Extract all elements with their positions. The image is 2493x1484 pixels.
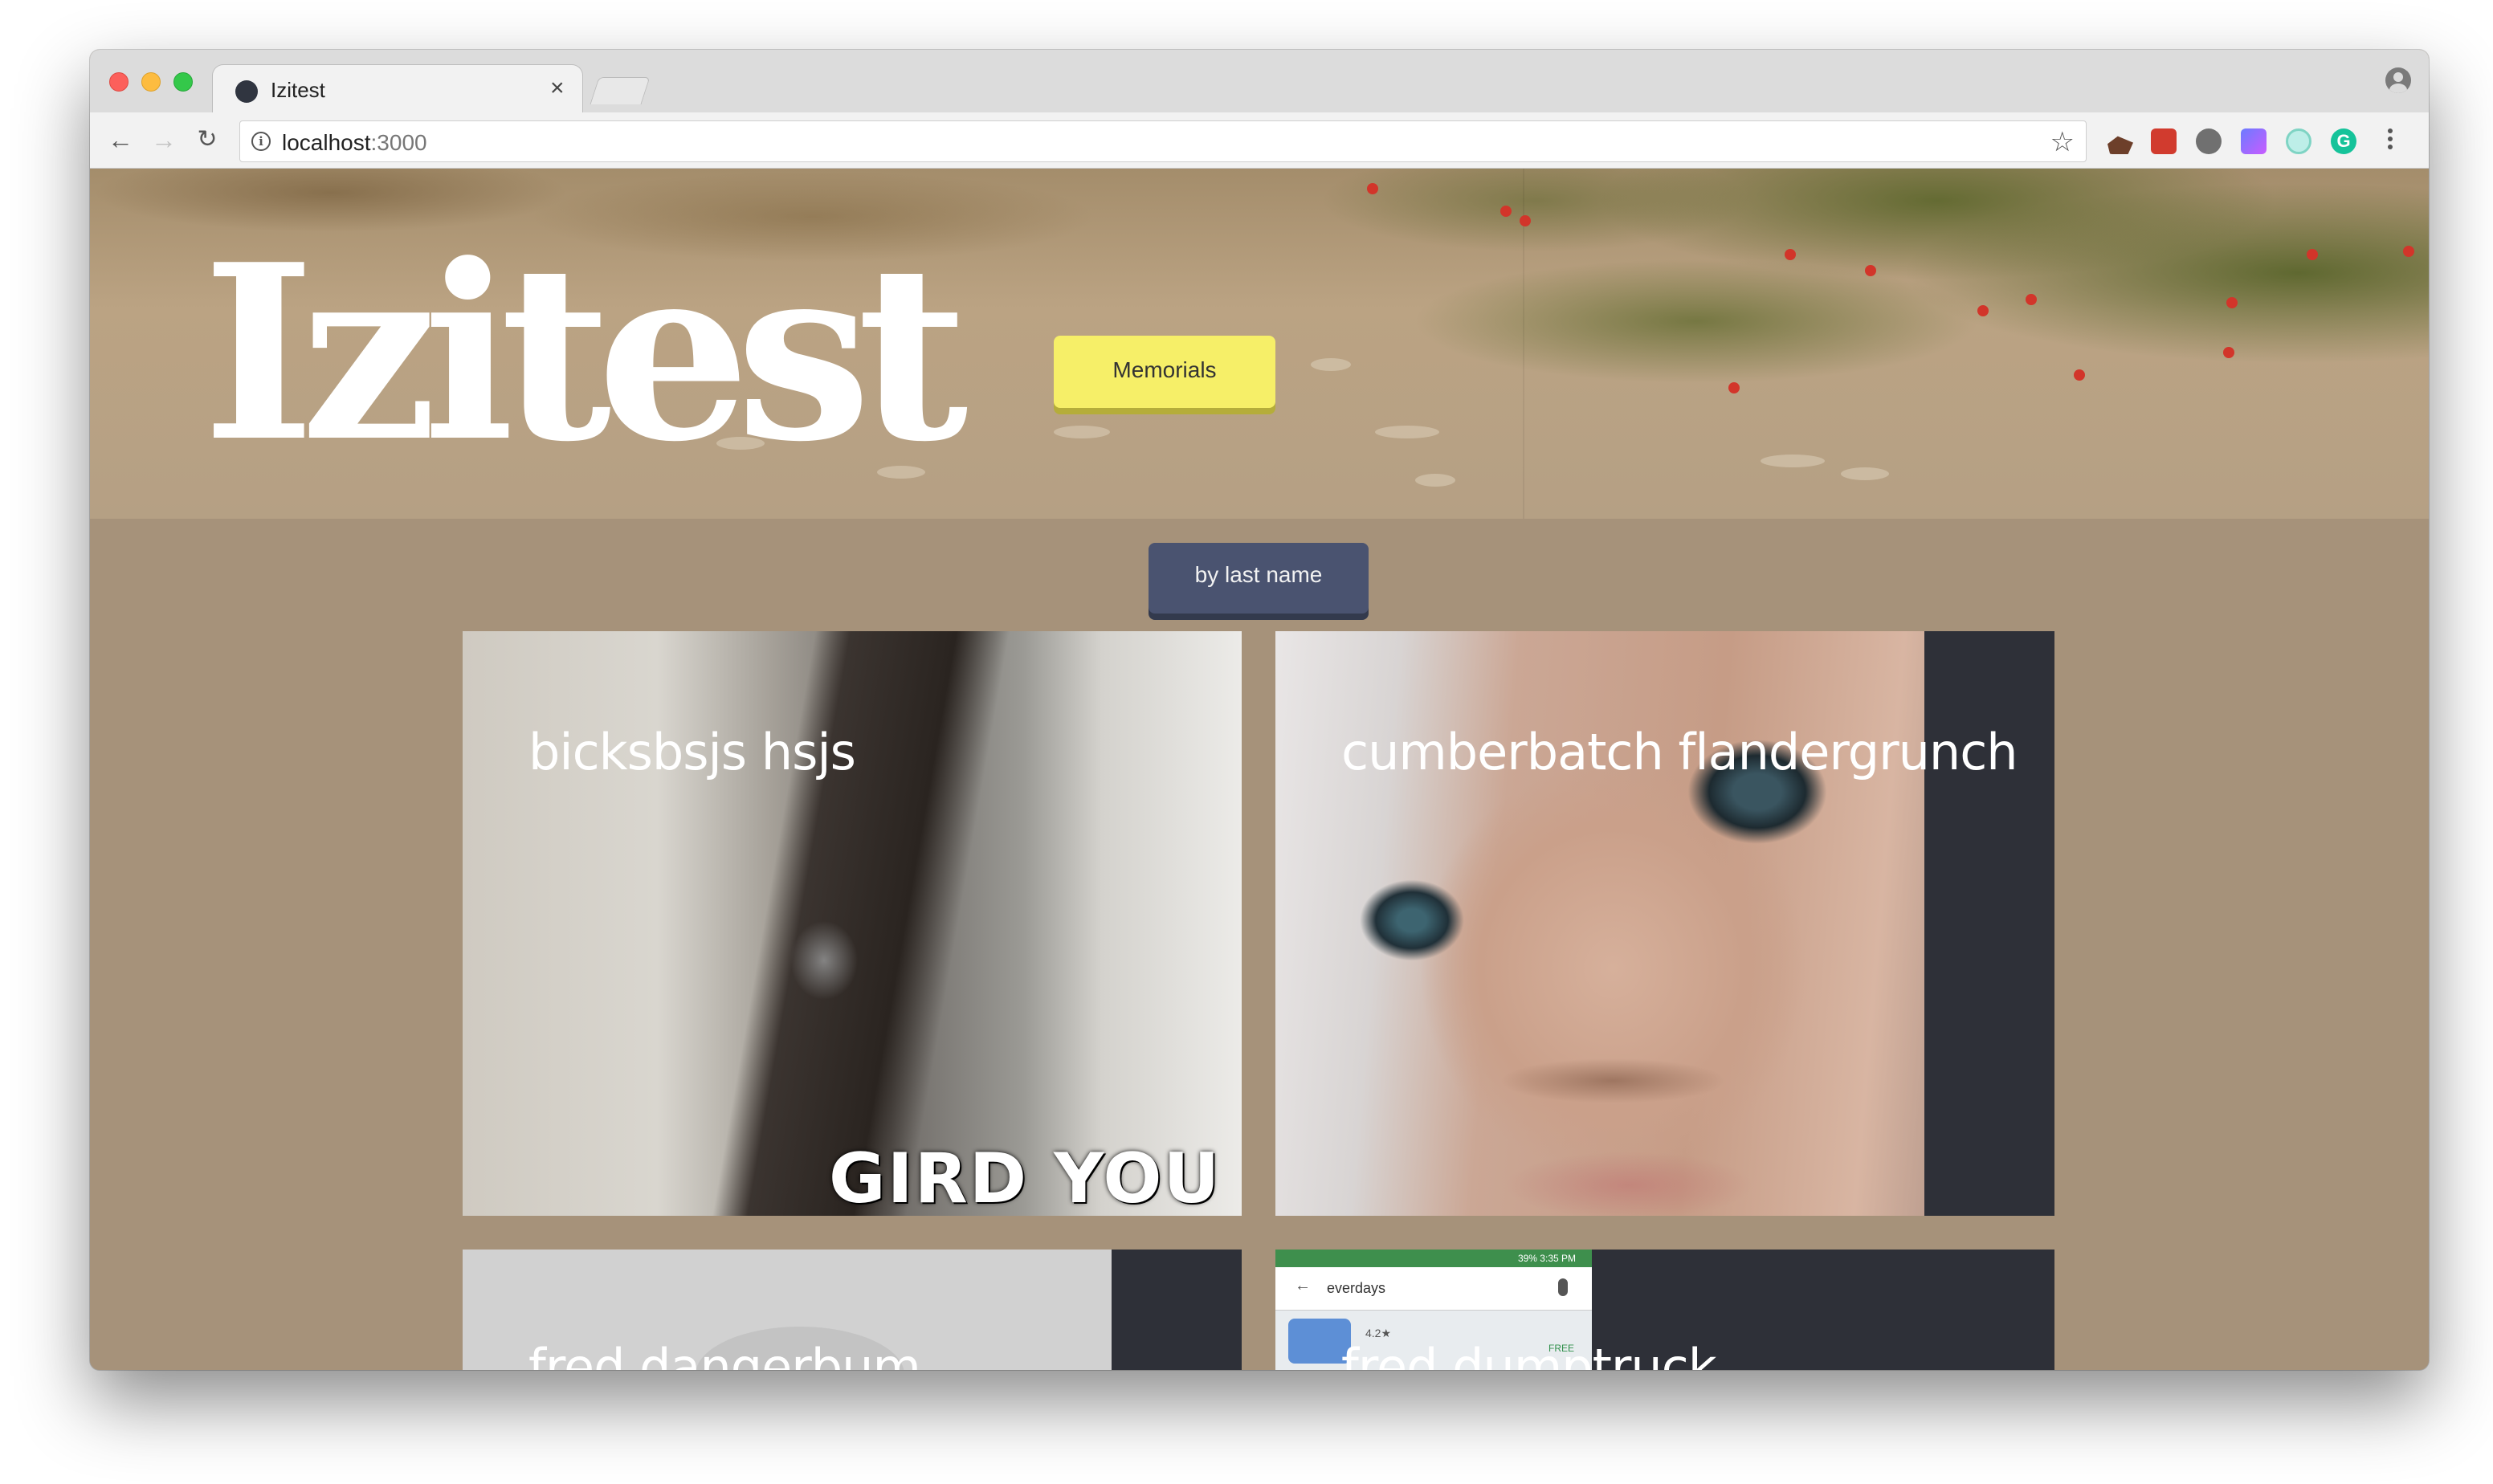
tab-strip: Izitest × bbox=[90, 50, 2429, 114]
browser-window: Izitest × ← → ↻ i localhost:3000 ☆ G Izi… bbox=[90, 50, 2429, 1370]
berry-decoration bbox=[2307, 249, 2318, 260]
berry-decoration bbox=[1500, 206, 1512, 217]
berry-decoration bbox=[2026, 294, 2037, 305]
url-text: localhost:3000 bbox=[282, 130, 427, 156]
tab-title: Izitest bbox=[271, 78, 325, 102]
berry-decoration bbox=[2223, 347, 2234, 358]
memorial-card[interactable]: fred dangerbum bbox=[463, 1250, 1242, 1370]
memorial-photo bbox=[1275, 631, 1924, 1216]
profile-icon[interactable] bbox=[2385, 67, 2411, 93]
bookmark-star-icon[interactable]: ☆ bbox=[2050, 126, 2075, 158]
memorial-name[interactable]: bicksbsjs hsjs bbox=[528, 723, 856, 781]
forward-arrow-icon[interactable]: → bbox=[148, 124, 180, 156]
berry-decoration bbox=[2074, 369, 2085, 381]
memorial-name[interactable]: cumberbatch flandergrunch bbox=[1341, 723, 2018, 781]
berry-decoration bbox=[1367, 183, 1378, 194]
tab-izitest[interactable]: Izitest × bbox=[212, 64, 583, 114]
memorials-button[interactable]: Memorials bbox=[1054, 336, 1275, 408]
address-bar[interactable]: i localhost:3000 ☆ bbox=[239, 120, 2087, 162]
memorial-photo bbox=[463, 631, 1242, 1216]
reload-icon[interactable]: ↻ bbox=[191, 124, 223, 156]
pebble-decoration bbox=[1311, 358, 1351, 371]
pebble-decoration bbox=[1761, 455, 1825, 467]
back-arrow-icon: ← bbox=[1295, 1277, 1311, 1294]
extension-shoe-icon[interactable] bbox=[2107, 136, 2133, 154]
memorial-name[interactable]: fred dangerbum bbox=[528, 1338, 921, 1370]
url-port: :3000 bbox=[370, 130, 427, 155]
microphone-icon bbox=[1558, 1278, 1568, 1296]
info-icon[interactable]: i bbox=[251, 132, 271, 151]
hero-banner: Izitest Memorials bbox=[90, 169, 2429, 519]
pebble-decoration bbox=[1841, 467, 1889, 480]
photo-caption: GIRD YOU bbox=[829, 1139, 1222, 1216]
memorial-card[interactable]: cumberbatch flandergrunch bbox=[1275, 631, 2054, 1216]
berry-decoration bbox=[1977, 305, 1989, 316]
extension-red-icon[interactable] bbox=[2151, 128, 2177, 154]
close-window-button[interactable] bbox=[109, 72, 129, 92]
menu-kebab-icon[interactable] bbox=[2385, 125, 2395, 157]
berry-decoration bbox=[2403, 246, 2414, 257]
berry-decoration bbox=[1865, 265, 1876, 276]
new-tab-button[interactable] bbox=[590, 77, 651, 104]
pebble-decoration bbox=[1415, 474, 1455, 487]
memorial-card[interactable]: GIRD YOU bicksbsjs hsjs bbox=[463, 631, 1242, 1216]
favicon-icon bbox=[235, 80, 258, 103]
phone-search-row: ← everdays bbox=[1275, 1267, 1592, 1311]
extension-bug-icon[interactable] bbox=[2196, 128, 2222, 154]
berry-decoration bbox=[2226, 297, 2238, 308]
pebble-decoration bbox=[1054, 426, 1110, 438]
sort-by-last-name-button[interactable]: by last name bbox=[1149, 543, 1369, 614]
site-title[interactable]: Izitest bbox=[202, 233, 969, 474]
berry-decoration bbox=[1520, 215, 1531, 226]
grammarly-icon[interactable]: G bbox=[2331, 128, 2356, 154]
memorial-card[interactable]: 39% 3:35 PM ← everdays 4.2★ FREE fred du… bbox=[1275, 1250, 2054, 1370]
phone-search-text: everdays bbox=[1327, 1280, 1386, 1296]
browser-toolbar: ← → ↻ i localhost:3000 ☆ G bbox=[90, 112, 2429, 169]
tab-close-icon[interactable]: × bbox=[550, 75, 565, 102]
extension-gradient-icon[interactable] bbox=[2241, 128, 2267, 154]
url-host: localhost bbox=[282, 130, 371, 155]
maximize-window-button[interactable] bbox=[173, 72, 193, 92]
back-arrow-icon[interactable]: ← bbox=[104, 124, 137, 156]
phone-status-bar: 39% 3:35 PM bbox=[1275, 1250, 1592, 1267]
page-content: Izitest Memorials by last name GIRD YOU … bbox=[90, 169, 2429, 1370]
extension-circle-icon[interactable] bbox=[2286, 128, 2311, 154]
memorial-name[interactable]: fred dumptruck bbox=[1341, 1338, 1717, 1370]
berry-decoration bbox=[1728, 382, 1740, 393]
berry-decoration bbox=[1785, 249, 1796, 260]
pebble-decoration bbox=[1375, 426, 1439, 438]
minimize-window-button[interactable] bbox=[141, 72, 161, 92]
